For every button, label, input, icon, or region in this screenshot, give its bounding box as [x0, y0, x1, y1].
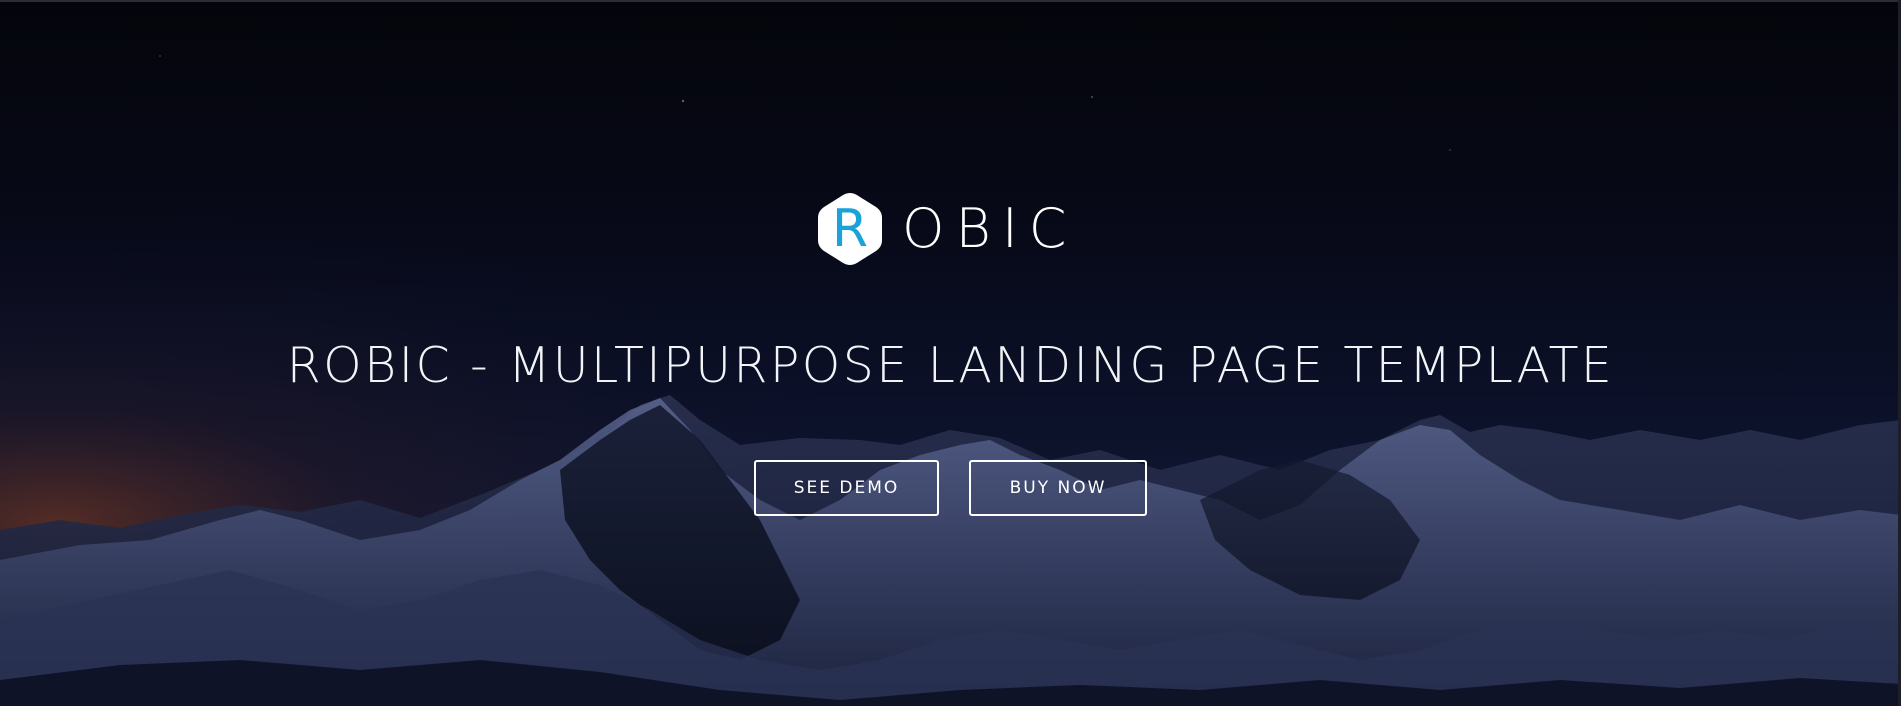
hero-section: R OBIC ROBIC - MULTIPURPOSE LANDING PAGE… — [0, 0, 1901, 706]
hero-actions: SEE DEMO BUY NOW — [0, 460, 1901, 516]
logo-wordmark: OBIC — [902, 197, 1078, 260]
see-demo-button[interactable]: SEE DEMO — [754, 460, 939, 516]
logo-letter: R — [831, 199, 869, 259]
brand-logo[interactable]: R OBIC — [812, 189, 1072, 269]
logo-hexagon-icon: R — [812, 191, 888, 267]
buy-now-button[interactable]: BUY NOW — [969, 460, 1147, 516]
hero-content: R OBIC ROBIC - MULTIPURPOSE LANDING PAGE… — [0, 0, 1901, 706]
page-title: ROBIC - MULTIPURPOSE LANDING PAGE TEMPLA… — [286, 337, 1615, 394]
